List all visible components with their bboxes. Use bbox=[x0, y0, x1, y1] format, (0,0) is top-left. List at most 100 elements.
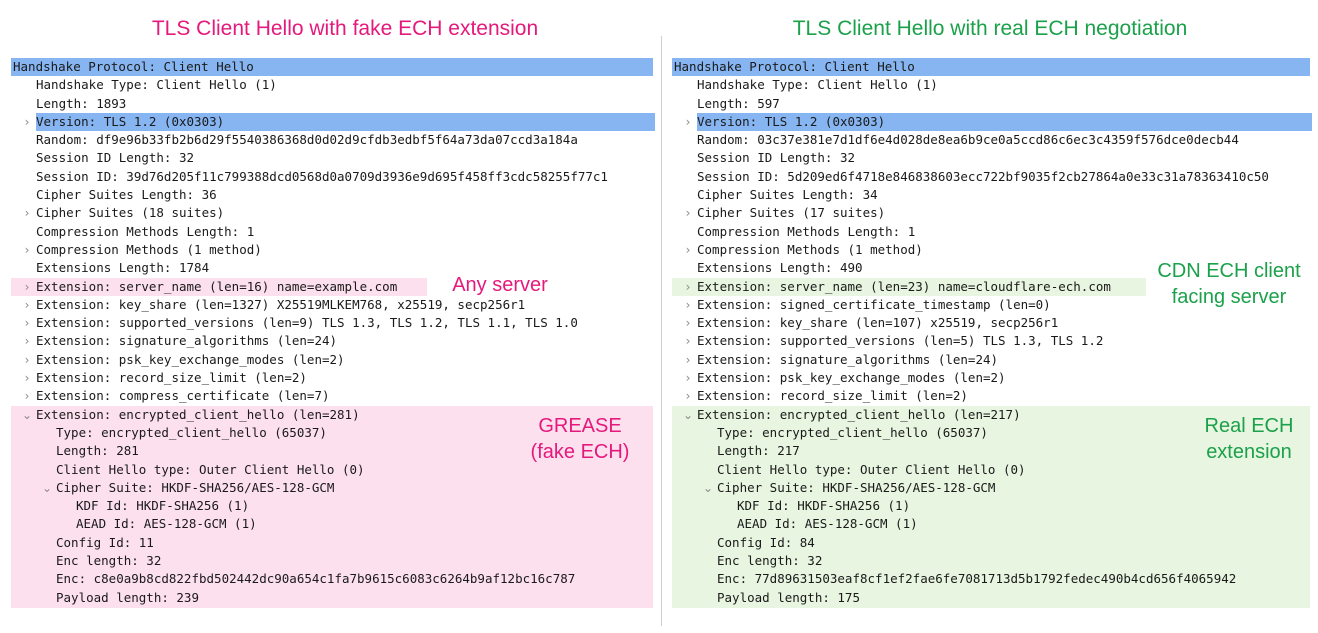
tree-row[interactable]: Session ID Length: 32 bbox=[11, 149, 653, 167]
tree-row[interactable]: Handshake Type: Client Hello (1) bbox=[11, 76, 653, 94]
tree-row[interactable]: AEAD Id: AES-128-GCM (1) bbox=[11, 515, 653, 533]
tree-row[interactable]: Compression Methods Length: 1 bbox=[672, 223, 1310, 241]
tree-row-label: Extension: server_name (len=23) name=clo… bbox=[697, 278, 1111, 294]
tree-row[interactable]: Enc: c8e0a9b8cd822fbd502442dc90a654c1fa7… bbox=[11, 570, 653, 588]
tree-row[interactable]: Config Id: 11 bbox=[11, 534, 653, 552]
tree-row-label: KDF Id: HKDF-SHA256 (1) bbox=[737, 498, 911, 514]
chevron-right-icon[interactable]: › bbox=[21, 387, 33, 405]
left-packet-tree: Handshake Protocol: Client Hello Handshak… bbox=[11, 58, 655, 607]
tree-row[interactable]: › Extension: record_size_limit (len=2) bbox=[11, 369, 653, 387]
tree-row[interactable]: › Extension: signature_algorithms (len=24… bbox=[11, 332, 653, 350]
tree-row[interactable]: › Extension: psk_key_exchange_modes (len=… bbox=[672, 369, 1310, 387]
tree-row[interactable]: Cipher Suites Length: 34 bbox=[672, 186, 1310, 204]
tree-row[interactable]: KDF Id: HKDF-SHA256 (1) bbox=[672, 497, 1310, 515]
chevron-down-icon[interactable]: ⌄ bbox=[702, 479, 714, 497]
tree-row[interactable]: Enc: 77d89631503eaf8cf1ef2fae6fe7081713d… bbox=[672, 570, 1310, 588]
tree-row[interactable]: Handshake Type: Client Hello (1) bbox=[672, 76, 1310, 94]
tree-row[interactable]: Session ID: 39d76d205f11c799388dcd0568d0… bbox=[11, 168, 653, 186]
chevron-right-icon[interactable]: › bbox=[682, 387, 694, 405]
chevron-right-icon[interactable]: › bbox=[682, 332, 694, 350]
tree-row[interactable]: › Extension: psk_key_exchange_modes (len=… bbox=[11, 351, 653, 369]
chevron-right-icon[interactable]: › bbox=[682, 369, 694, 387]
tree-row[interactable]: Length: 1893 bbox=[11, 95, 653, 113]
chevron-right-icon[interactable]: › bbox=[682, 204, 694, 222]
tree-row[interactable]: › Extension: key_share (len=1327) X25519M… bbox=[11, 296, 653, 314]
tree-row-label: Enc: c8e0a9b8cd822fbd502442dc90a654c1fa7… bbox=[56, 571, 576, 587]
tree-row[interactable]: › Extension: record_size_limit (len=2) bbox=[672, 387, 1310, 405]
tree-row-label: Type: encrypted_client_hello (65037) bbox=[56, 424, 327, 440]
tree-row-label: Payload length: 239 bbox=[56, 589, 199, 605]
tree-row-label: Payload length: 175 bbox=[717, 589, 860, 605]
tree-row[interactable]: Random: df9e96b33fb2b6d29f5540386368d0d0… bbox=[11, 131, 653, 149]
tree-row-label: Client Hello type: Outer Client Hello (0… bbox=[56, 461, 365, 477]
chevron-right-icon[interactable]: › bbox=[21, 314, 33, 332]
tree-row-label: KDF Id: HKDF-SHA256 (1) bbox=[76, 498, 250, 514]
tree-row[interactable]: › Compression Methods (1 method) bbox=[11, 241, 653, 259]
tree-row[interactable]: Handshake Protocol: Client Hello bbox=[672, 58, 1310, 77]
tree-row[interactable]: Compression Methods Length: 1 bbox=[11, 223, 653, 241]
tree-row[interactable]: ⌄ Cipher Suite: HKDF-SHA256/AES-128-GCM bbox=[672, 479, 1310, 497]
tree-row-label: Extensions Length: 1784 bbox=[36, 260, 210, 276]
tree-row-label: AEAD Id: AES-128-GCM (1) bbox=[737, 516, 918, 532]
chevron-down-icon[interactable]: ⌄ bbox=[41, 479, 53, 497]
chevron-right-icon[interactable]: › bbox=[21, 113, 33, 131]
tree-row[interactable]: Payload length: 239 bbox=[11, 589, 653, 607]
tree-row[interactable]: ⌄ Cipher Suite: HKDF-SHA256/AES-128-GCM bbox=[11, 479, 653, 497]
tree-row-label: Extension: signature_algorithms (len=24) bbox=[697, 351, 999, 367]
chevron-right-icon[interactable]: › bbox=[21, 278, 33, 296]
tree-row[interactable]: Session ID: 5d209ed6f4718e846838603ecc72… bbox=[672, 168, 1310, 186]
tree-row-label: Extension: key_share (len=1327) X25519ML… bbox=[36, 296, 526, 312]
tree-row[interactable]: Enc length: 32 bbox=[672, 552, 1310, 570]
tree-row[interactable]: › Extension: signature_algorithms (len=24… bbox=[672, 351, 1310, 369]
tree-row[interactable]: › Extension: supported_versions (len=9) T… bbox=[11, 314, 653, 332]
chevron-right-icon[interactable]: › bbox=[21, 332, 33, 350]
chevron-right-icon[interactable]: › bbox=[682, 314, 694, 332]
any-server-callout: Any server bbox=[440, 272, 560, 298]
left-panel-title: TLS Client Hello with fake ECH extension bbox=[151, 17, 539, 40]
chevron-right-icon[interactable]: › bbox=[21, 369, 33, 387]
grease-callout: GREASE (fake ECH) bbox=[520, 413, 640, 465]
tree-row[interactable]: Handshake Protocol: Client Hello bbox=[11, 58, 653, 77]
chevron-right-icon[interactable]: › bbox=[21, 241, 33, 259]
chevron-down-icon[interactable]: ⌄ bbox=[21, 406, 33, 424]
chevron-down-icon[interactable]: ⌄ bbox=[682, 406, 694, 424]
tree-row-label: AEAD Id: AES-128-GCM (1) bbox=[76, 516, 257, 532]
chevron-right-icon[interactable]: › bbox=[682, 296, 694, 314]
tree-row[interactable]: › Cipher Suites (17 suites) bbox=[672, 204, 1310, 222]
real-ech-label-line1: Real ECH bbox=[1204, 415, 1294, 437]
tree-row-label: Extension: encrypted_client_hello (len=2… bbox=[697, 406, 1021, 422]
tree-row[interactable]: Config Id: 84 bbox=[672, 534, 1310, 552]
tree-row[interactable]: Length: 597 bbox=[672, 95, 1310, 113]
tree-row[interactable]: Cipher Suites Length: 36 bbox=[11, 186, 653, 204]
grease-label-line2: (fake ECH) bbox=[530, 441, 630, 463]
tree-row[interactable]: AEAD Id: AES-128-GCM (1) bbox=[672, 515, 1310, 533]
tree-row-label: Random: df9e96b33fb2b6d29f5540386368d0d0… bbox=[36, 132, 578, 148]
tree-row-label: Enc length: 32 bbox=[717, 553, 823, 569]
tree-row-label: Handshake Type: Client Hello (1) bbox=[697, 77, 938, 93]
tree-row[interactable]: › Extension: compress_certificate (len=7) bbox=[11, 387, 653, 405]
tree-row[interactable]: › Version: TLS 1.2 (0x0303) bbox=[11, 112, 655, 132]
real-ech-callout: Real ECH extension bbox=[1184, 413, 1314, 465]
chevron-right-icon[interactable]: › bbox=[21, 296, 33, 314]
tree-row[interactable]: KDF Id: HKDF-SHA256 (1) bbox=[11, 497, 653, 515]
tree-row[interactable]: › Version: TLS 1.2 (0x0303) bbox=[672, 112, 1312, 132]
tree-row-label: Length: 217 bbox=[717, 443, 800, 459]
tree-row-label: Session ID: 5d209ed6f4718e846838603ecc72… bbox=[697, 168, 1269, 184]
tree-row[interactable]: › Compression Methods (1 method) bbox=[672, 241, 1310, 259]
tree-row[interactable]: Session ID Length: 32 bbox=[672, 149, 1310, 167]
tree-row[interactable]: › Cipher Suites (18 suites) bbox=[11, 204, 653, 222]
tree-row[interactable]: › Extension: supported_versions (len=5) T… bbox=[672, 332, 1310, 350]
cdn-server-label-line1: CDN ECH client bbox=[1157, 260, 1301, 282]
tree-row-label: Handshake Type: Client Hello (1) bbox=[36, 77, 277, 93]
chevron-right-icon[interactable]: › bbox=[21, 351, 33, 369]
chevron-right-icon[interactable]: › bbox=[682, 351, 694, 369]
tree-row[interactable]: Enc length: 32 bbox=[11, 552, 653, 570]
chevron-right-icon[interactable]: › bbox=[682, 278, 694, 296]
chevron-right-icon[interactable]: › bbox=[21, 204, 33, 222]
tree-row[interactable]: Random: 03c37e381e7d1df6e4d028de8ea6b9ce… bbox=[672, 131, 1310, 149]
chevron-right-icon[interactable]: › bbox=[682, 241, 694, 259]
tree-row[interactable]: › Extension: key_share (len=107) x25519, … bbox=[672, 314, 1310, 332]
tree-row[interactable]: Payload length: 175 bbox=[672, 589, 1310, 607]
chevron-right-icon[interactable]: › bbox=[682, 113, 694, 131]
tree-row-label: Extension: compress_certificate (len=7) bbox=[36, 388, 330, 404]
